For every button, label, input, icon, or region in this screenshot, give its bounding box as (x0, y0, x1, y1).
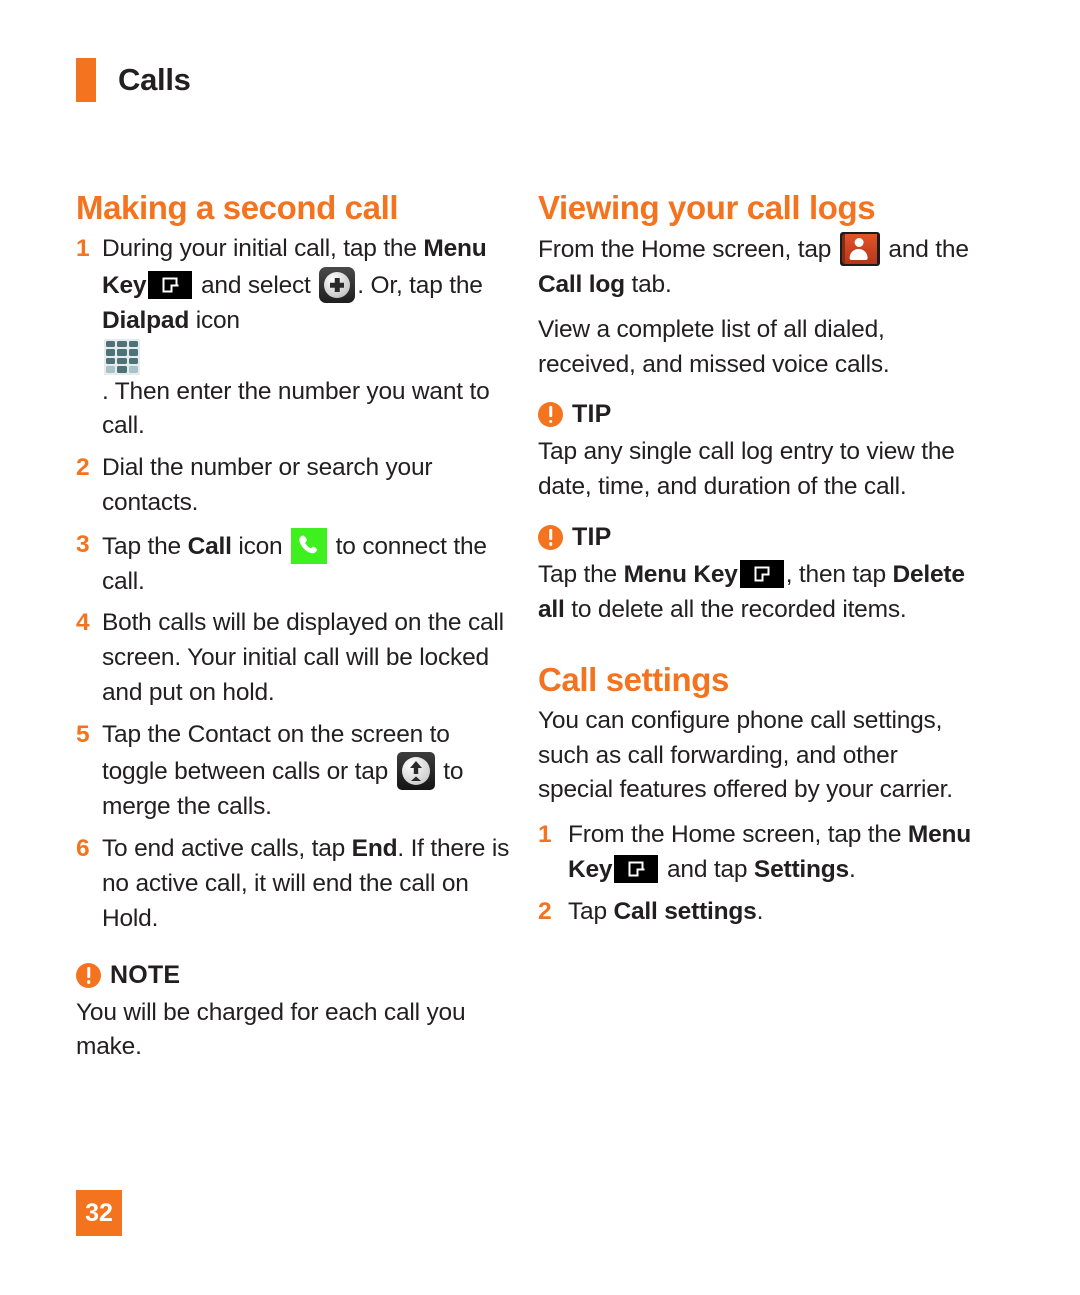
step-bold-call-settings: Call settings (613, 897, 757, 925)
step-number: 3 (76, 530, 90, 558)
step-text: . Or, tap the (357, 272, 483, 300)
menu-key-icon (614, 854, 659, 883)
chapter-title: Calls (118, 62, 191, 97)
step-text: . Then enter the number you want to call… (102, 377, 490, 440)
step-text: Dial the number or search your contacts. (102, 454, 433, 516)
step-text: Tap the (102, 532, 188, 560)
step-number: 1 (538, 821, 552, 849)
step-text: Both calls will be displayed on the call… (102, 609, 504, 706)
step-item: 5 Tap the Contact on the screen to toggle… (76, 718, 516, 826)
step-text: and tap (660, 855, 754, 883)
step-text: During your initial call, tap the (102, 235, 424, 263)
chapter-accent-bar (76, 58, 96, 102)
steps-call-settings: 1 From the Home screen, tap the Menu Key … (538, 818, 978, 929)
left-column: Making a second call 1 During your initia… (76, 189, 516, 1075)
step-text: icon (231, 532, 290, 560)
heading-call-settings: Call settings (538, 660, 730, 698)
chapter-header: Calls (76, 58, 191, 102)
step-item: 1 During your initial call, tap the Menu … (76, 232, 516, 444)
steps-making-a-second-call: 1 During your initial call, tap the Menu … (76, 232, 516, 936)
step-item: 2 Dial the number or search your contacts… (76, 451, 516, 521)
contacts-icon (839, 232, 880, 267)
step-bold-call: Call (187, 532, 232, 560)
tip2-text: Tap the (538, 560, 624, 588)
tip2-callout-header: TIP (538, 523, 978, 552)
page-number: 32 (76, 1190, 122, 1236)
exclamation-icon (538, 524, 563, 550)
step-text: Tap (568, 897, 614, 925)
step-bold-end: End (351, 835, 398, 863)
call-logs-intro: From the Home screen, tap and the Call l… (538, 232, 978, 303)
step-text: From the Home screen, tap the (568, 821, 908, 849)
step-number: 2 (538, 897, 552, 925)
step-number: 1 (76, 235, 90, 263)
step-bold-dialpad: Dialpad (102, 306, 190, 334)
intro-bold-call-log: Call log (538, 271, 625, 299)
step-text: icon (189, 306, 240, 334)
step-number: 5 (76, 720, 90, 748)
step-item: 6 To end active calls, tap End. If there … (76, 832, 516, 936)
call-icon (291, 527, 328, 564)
tip2-bold-menu-key: Menu Key (623, 560, 738, 588)
right-column: Viewing your call logs From the Home scr… (538, 189, 978, 937)
exclamation-icon (538, 402, 563, 428)
merge-call-icon (396, 752, 435, 791)
tip2-body: Tap the Menu Key, then tap Delete all to… (538, 558, 978, 628)
tip2-text: to delete all the recorded items. (564, 595, 907, 623)
heading-making-a-second-call: Making a second call (76, 189, 399, 226)
menu-key-icon (148, 271, 193, 300)
step-text: . (756, 897, 764, 925)
tip1-body: Tap any single call log entry to view th… (538, 438, 955, 501)
add-call-icon (319, 267, 356, 304)
exclamation-icon (76, 962, 101, 988)
tip2-text: , then tap (785, 560, 893, 588)
step-item: 3 Tap the Call icon to connect the call. (76, 527, 516, 600)
step-item: 1 From the Home screen, tap the Menu Key … (538, 818, 978, 888)
tip2-label: TIP (572, 522, 612, 551)
note-body: You will be charged for each call you ma… (76, 998, 466, 1061)
step-item: 2 Tap Call settings. (538, 895, 978, 930)
dialpad-icon (104, 338, 140, 375)
step-text: . (848, 855, 856, 883)
intro-text: tab. (624, 271, 672, 299)
intro-text: and the (881, 236, 969, 264)
note-callout-header: NOTE (76, 961, 516, 990)
step-number: 4 (76, 609, 90, 637)
heading-viewing-your-call-logs: Viewing your call logs (538, 189, 876, 226)
step-text: and select (194, 272, 318, 300)
step-bold-settings: Settings (753, 855, 849, 883)
step-item: 4 Both calls will be displayed on the cal… (76, 606, 516, 710)
call-settings-intro: You can configure phone call settings, s… (538, 706, 953, 804)
step-number: 6 (76, 835, 90, 863)
step-text: To end active calls, tap (102, 835, 352, 863)
call-logs-description: View a complete list of all dialed, rece… (538, 315, 890, 378)
note-label: NOTE (110, 960, 181, 989)
intro-text: From the Home screen, tap (538, 236, 838, 264)
tip1-callout-header: TIP (538, 400, 978, 429)
menu-key-icon (739, 559, 784, 588)
tip1-label: TIP (572, 400, 612, 429)
step-number: 2 (76, 454, 90, 482)
